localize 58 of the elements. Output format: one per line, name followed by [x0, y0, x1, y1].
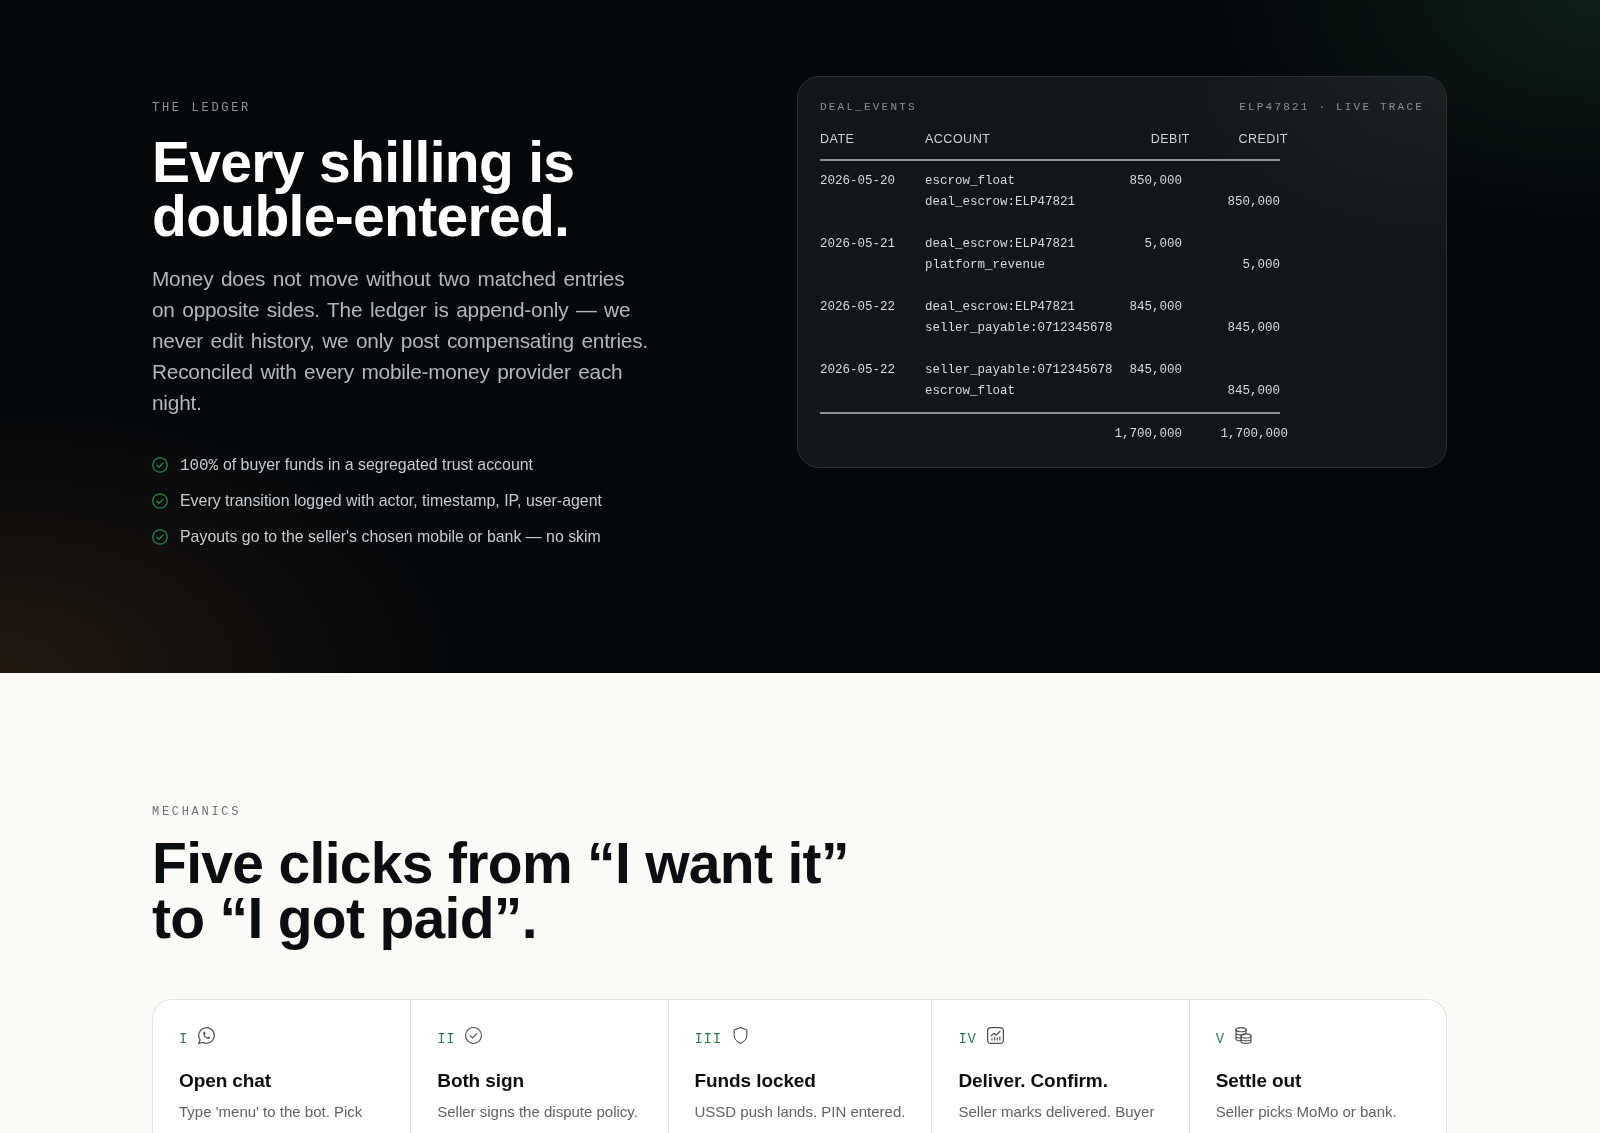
step-description: Type 'menu' to the bot. Pick: [179, 1102, 364, 1122]
total-cell-text: 1,700,000: [1114, 426, 1182, 443]
check-circle-icon: [465, 1027, 483, 1044]
trace-label: ELP47821 · LIVE TRACE: [1239, 100, 1424, 115]
bullet-text: 100% of buyer funds in a segregated trust account: [180, 454, 533, 477]
column-header: CREDIT: [1238, 131, 1288, 147]
card-title: DEAL_EVENTS: [820, 100, 917, 115]
step-numeral: II: [437, 1032, 456, 1046]
section-eyebrow: MECHANICS: [152, 804, 242, 820]
table-cell-text: escrow_float: [925, 383, 1016, 400]
step-title: Both sign: [437, 1069, 525, 1093]
step-description: USSD push lands. PIN entered.: [694, 1102, 906, 1122]
table-cell-text: deal_escrow:ELP47821: [925, 194, 1077, 211]
section-eyebrow: THE LEDGER: [152, 100, 252, 116]
bullet-text: Payouts go to the seller's chosen mobile or bank — no skim: [180, 527, 601, 547]
table-cell-text: platform_revenue: [925, 257, 1047, 274]
table-cell-text: 2026-05-22: [820, 362, 896, 379]
table-cell-text: deal_escrow:ELP47821: [925, 236, 1077, 253]
table-cell-text: seller_payable:0712345678: [925, 362, 1112, 379]
check-circle-icon: [152, 529, 168, 545]
table-cell-text: 2026-05-21: [820, 236, 896, 253]
step-numeral: V: [1215, 1032, 1225, 1046]
column-header: DEBIT: [1150, 131, 1190, 147]
step-description: Seller picks MoMo or bank.: [1215, 1102, 1398, 1122]
chart-icon: [986, 1027, 1004, 1044]
table-cell-text: 2026-05-20: [820, 173, 896, 190]
table-cell-text: deal_escrow:ELP47821: [925, 299, 1077, 316]
chat-phone-icon: [198, 1027, 216, 1044]
table-cell-text: 845,000: [1129, 299, 1182, 316]
total-cell-text: 1,700,000: [1220, 426, 1288, 443]
coins-icon: [1234, 1027, 1252, 1044]
table-cell-text: 845,000: [1129, 362, 1182, 379]
step-description: Seller marks delivered. Buyer: [958, 1102, 1156, 1122]
table-cell-text: 850,000: [1227, 194, 1280, 211]
table-cell-text: seller_payable:0712345678: [925, 320, 1112, 337]
table-cell-text: 845,000: [1227, 320, 1280, 337]
section-heading: Every shilling is double-entered.: [152, 135, 576, 243]
table-cell-text: 5,000: [1144, 236, 1182, 253]
table-cell-text: 5,000: [1242, 257, 1280, 274]
column-header: ACCOUNT: [925, 131, 992, 147]
step-title: Settle out: [1215, 1069, 1303, 1093]
table-cell-text: 2026-05-22: [820, 299, 896, 316]
check-circle-icon: [152, 493, 168, 509]
table-cell-text: 850,000: [1129, 173, 1182, 190]
bullet-text: Every transition logged with actor, timestamp, IP, user-agent: [180, 491, 602, 511]
step-numeral: IV: [958, 1032, 977, 1046]
table-cell-text: escrow_float: [925, 173, 1016, 190]
step-title: Funds locked: [694, 1069, 817, 1093]
step-numeral: I: [179, 1032, 189, 1046]
step-title: Open chat: [179, 1069, 273, 1093]
table-cell-text: 845,000: [1227, 383, 1280, 400]
shield-icon: [731, 1027, 749, 1044]
step-title: Deliver. Confirm.: [958, 1069, 1109, 1093]
body-paragraph: Money does not move without two matched entries on opposite sides. The ledger is append-only — we never edit history, we only post compensating entries. Reconciled with every mobile-money provider each night.: [152, 266, 649, 416]
column-header: DATE: [820, 131, 856, 147]
check-circle-icon: [152, 457, 168, 473]
step-numeral: III: [694, 1032, 722, 1046]
step-description: Seller signs the dispute policy.: [437, 1102, 639, 1122]
